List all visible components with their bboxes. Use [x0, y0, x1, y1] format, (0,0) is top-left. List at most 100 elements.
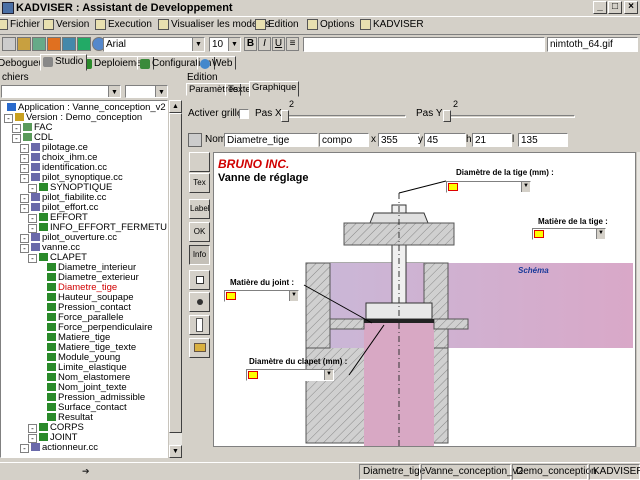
build-icon[interactable] [47, 37, 61, 51]
menu-visualiser[interactable]: Visualiser les modeles [158, 19, 270, 30]
scroll-up-icon[interactable]: ▲ [169, 100, 182, 113]
design-canvas[interactable]: BRUNO INC. Vanne de réglage Diamètre de … [213, 152, 636, 447]
tree-expander[interactable]: - [20, 174, 29, 183]
tree-item[interactable]: actionneur.cc [31, 443, 98, 453]
tree-scrollbar[interactable]: ▲ ▼ [168, 100, 182, 458]
body-left-wall [305, 262, 331, 349]
component-icon [226, 292, 236, 300]
attribute-icon [47, 383, 56, 391]
type-input[interactable]: compo [319, 133, 369, 147]
palette-ok-button-tool[interactable]: OK [189, 222, 210, 242]
tree-expander[interactable]: - [28, 424, 37, 433]
font-select[interactable]: Arial ▼ [103, 37, 205, 52]
palette-label-tool[interactable]: Label [189, 199, 210, 219]
menu-edition[interactable]: Edition [255, 19, 299, 30]
project-tree[interactable]: Application : Vanne_conception_v2- Versio… [0, 100, 168, 458]
diam-tige-combo[interactable]: ▼ [446, 181, 531, 193]
tree-expander[interactable]: - [20, 194, 29, 203]
tree-expander[interactable]: - [28, 434, 37, 443]
close-button[interactable]: × [624, 1, 638, 14]
tree-expander[interactable]: - [12, 134, 21, 143]
palette-text-tool[interactable]: Tex [189, 173, 210, 193]
palette-radio-tool[interactable] [189, 292, 210, 312]
h-input[interactable]: 21 [472, 133, 512, 147]
window-title: KADVISER : Assistant de Developpement [16, 2, 233, 14]
subtab-graphique[interactable]: Graphique [249, 81, 300, 97]
forward-icon[interactable] [77, 37, 91, 51]
palette-checkbox-tool[interactable] [189, 270, 210, 290]
attribute-icon [47, 313, 56, 321]
matiere-joint-combo[interactable]: ▼ [224, 290, 299, 302]
x-input[interactable]: 355 [378, 133, 420, 147]
new-icon[interactable] [2, 37, 16, 51]
pasy-label-text: Pas Y [416, 108, 443, 119]
palette-select-tool[interactable] [189, 152, 210, 172]
tree-expander[interactable]: - [28, 224, 37, 233]
palette-folder-tool[interactable] [189, 338, 210, 358]
run-icon[interactable] [62, 37, 76, 51]
tree-filter-select[interactable]: ▼ [1, 85, 121, 98]
menu-options[interactable]: Options [307, 19, 354, 30]
menu-fichier[interactable]: Fichier [0, 19, 40, 30]
matiere-tige-combo[interactable]: ▼ [532, 228, 606, 240]
menu-version[interactable]: Version [43, 19, 89, 30]
tree-expander[interactable]: - [28, 254, 37, 263]
minimize-button[interactable]: _ [593, 1, 607, 14]
pasy-slider[interactable] [443, 110, 575, 122]
tab-studio[interactable]: Studio [40, 54, 88, 71]
scroll-down-icon[interactable]: ▼ [169, 445, 182, 458]
tree-filter-select-2[interactable]: ▼ [125, 85, 168, 98]
tree-expander[interactable]: - [20, 144, 29, 153]
component-icon [534, 230, 544, 238]
menu-kadviser[interactable]: KADVISER [360, 19, 424, 30]
tab-web[interactable]: Web [197, 56, 237, 70]
slider-thumb[interactable] [281, 110, 289, 122]
grid-checkbox[interactable] [239, 109, 249, 119]
tree-expander[interactable]: - [20, 244, 29, 253]
nom-input[interactable]: Diametre_tige [224, 133, 318, 147]
tree-expander[interactable]: - [28, 214, 37, 223]
node-icon [31, 203, 40, 211]
diam-clapet-combo[interactable]: ▼ [246, 369, 334, 381]
tree-expander[interactable]: - [20, 154, 29, 163]
chevron-down-icon: ▼ [521, 182, 530, 192]
menu-execution[interactable]: Execution [95, 19, 152, 30]
chevron-down-icon: ▼ [155, 86, 167, 97]
h-label: h [466, 134, 472, 145]
canvas-scrollbar[interactable] [636, 152, 640, 447]
tree-expander[interactable]: - [4, 114, 13, 123]
menu-label: Version [56, 19, 90, 30]
maximize-button[interactable]: □ [608, 1, 622, 14]
align-icon[interactable]: ≡ [286, 37, 299, 51]
slider-track [443, 115, 575, 118]
scroll-thumb[interactable] [169, 113, 182, 433]
schema-label: Schéma [518, 266, 549, 275]
bold-button[interactable]: B [244, 37, 257, 51]
open-icon[interactable] [17, 37, 31, 51]
underline-button[interactable]: U [272, 37, 285, 51]
tree-expander[interactable]: - [20, 164, 29, 173]
l-input[interactable]: 135 [518, 133, 568, 147]
pasy-label: Pas Y [416, 108, 443, 119]
save-icon[interactable] [32, 37, 46, 51]
node-icon [31, 233, 40, 241]
attribute-icon [47, 413, 56, 421]
leader-diam-tige [398, 180, 447, 194]
italic-button[interactable]: I [258, 37, 271, 51]
palette-spinner-tool[interactable] [189, 315, 210, 335]
menu-label: Execution [108, 19, 152, 30]
pasx-slider[interactable] [281, 110, 406, 122]
tree-expander[interactable]: - [20, 444, 29, 453]
image-field[interactable]: nimtoth_64.gif [547, 37, 638, 52]
y-input[interactable]: 45 [424, 133, 466, 147]
tree-expander[interactable]: - [28, 184, 37, 193]
node-icon [31, 193, 40, 201]
slider-thumb[interactable] [443, 110, 451, 122]
tree-expander[interactable]: - [20, 204, 29, 213]
palette-info-tool[interactable]: Info [189, 245, 210, 265]
tree-expander[interactable]: - [20, 234, 29, 243]
text-field[interactable] [303, 37, 545, 52]
size-select[interactable]: 10 ▼ [209, 37, 241, 52]
matiere-tige-label: Matière de la tige : [538, 217, 608, 226]
tree-expander[interactable]: - [12, 124, 21, 133]
